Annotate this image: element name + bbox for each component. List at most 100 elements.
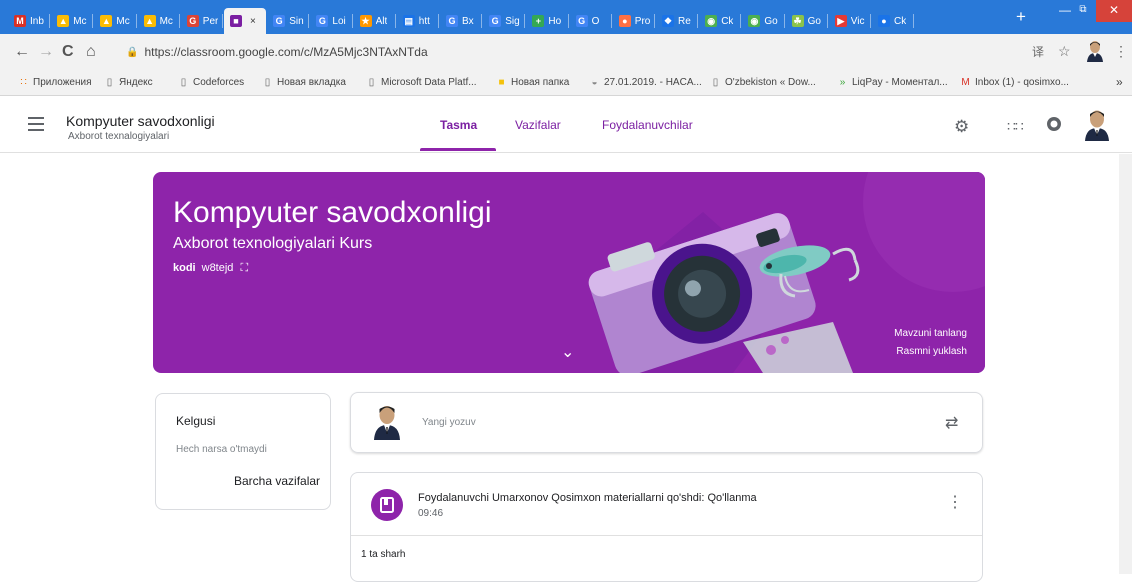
tab-separator	[524, 14, 526, 28]
back-button[interactable]: ←	[14, 44, 30, 60]
browser-tab[interactable]: ▶ Vic	[829, 8, 871, 34]
browser-tab[interactable]: G Sig	[483, 8, 526, 34]
browser-tab[interactable]: ▲ Mc	[94, 8, 137, 34]
browser-tab[interactable]: ▲ Mc	[51, 8, 94, 34]
browser-tab[interactable]: G Loi	[310, 8, 353, 34]
tab-separator	[740, 14, 742, 28]
user-avatar	[373, 404, 401, 440]
comments-link[interactable]: 1 ta sharh	[361, 549, 405, 560]
gmail-icon: M	[961, 77, 970, 88]
tab-separator	[308, 14, 310, 28]
browser-tab[interactable]: ● Pro	[613, 8, 655, 34]
compose-box[interactable]: Yangi yozuv ⇄	[350, 392, 983, 453]
browser-tab[interactable]: ▲ Mc	[138, 8, 180, 34]
reload-button[interactable]: C	[62, 44, 74, 60]
bookmark-item[interactable]: ▯ Codeforces	[178, 77, 244, 88]
profile-avatar[interactable]	[1086, 40, 1104, 62]
bookmark-item[interactable]: ■ Новая папка	[496, 77, 569, 88]
browser-tab[interactable]: ● Ck	[872, 8, 915, 34]
bookmark-item[interactable]: ▯ Яндекс	[104, 77, 153, 88]
browser-tab[interactable]: + Ho	[526, 8, 569, 34]
bookmark-item[interactable]: ◒ 27.01.2019. - HACA...	[589, 77, 702, 88]
new-tab-button[interactable]: +	[1016, 8, 1026, 25]
tab-favicon-icon: ●	[878, 15, 890, 27]
tab-favicon-icon: M	[14, 15, 26, 27]
tab-separator	[135, 14, 137, 28]
tab-close-icon[interactable]: ×	[250, 16, 256, 27]
browser-tab[interactable]: G Bx	[440, 8, 483, 34]
more-options-icon[interactable]: ⋮	[947, 495, 963, 511]
bookmarks-more-icon[interactable]: »	[1116, 75, 1123, 89]
notifications-icon[interactable]	[1046, 115, 1062, 138]
upcoming-empty-text: Hech narsa o'tmaydi	[176, 444, 267, 455]
tab-classwork[interactable]: Vazifalar	[515, 118, 561, 132]
address-bar[interactable]: 🔒 https://classroom.google.com/c/MzA5Mjc…	[126, 39, 1000, 65]
browser-tab[interactable]: ☘ Go	[786, 8, 828, 34]
bookmark-item[interactable]: M Inbox (1) - qosimxo...	[960, 77, 1069, 88]
bookmark-item[interactable]: » LiqPay - Моментал...	[837, 77, 948, 88]
account-avatar[interactable]	[1084, 109, 1110, 141]
compose-placeholder: Yangi yozuv	[422, 417, 476, 428]
bookmark-star-icon[interactable]: ☆	[1058, 43, 1071, 60]
post-title[interactable]: Foydalanuvchi Umarxonov Qosimxon materia…	[418, 492, 757, 504]
browser-tab[interactable]: ◉ Go	[742, 8, 785, 34]
page-icon: ▯	[712, 77, 719, 88]
liqpay-icon: »	[839, 77, 846, 88]
tab-separator	[653, 14, 655, 28]
chevron-down-icon[interactable]: ⌄	[561, 342, 574, 362]
tab-favicon-icon: ▲	[57, 15, 70, 27]
browser-tab[interactable]: G Sin	[267, 8, 310, 34]
fullscreen-code-icon[interactable]: ⛶	[240, 262, 248, 274]
browser-tab[interactable]: GO	[570, 8, 612, 34]
stream-post[interactable]: Foydalanuvchi Umarxonov Qosimxon materia…	[350, 472, 983, 582]
tab-favicon-icon: G	[186, 15, 199, 27]
bookmark-label: Новая папка	[511, 77, 570, 88]
tab-favicon-icon: +	[532, 15, 545, 27]
page-scrollbar[interactable]	[1119, 154, 1132, 574]
browser-tab[interactable]: ★ Alt	[354, 8, 396, 34]
tab-separator	[49, 14, 51, 28]
translate-icon[interactable]: 译	[1032, 43, 1044, 60]
maximize-button[interactable]: ⧉	[1066, 0, 1100, 22]
tab-title: Loi	[332, 15, 346, 27]
browser-tab[interactable]: G Per	[181, 8, 223, 34]
class-code-label: kodi	[173, 262, 196, 274]
browser-tab[interactable]: ❖ Re	[656, 8, 699, 34]
post-time: 09:46	[418, 508, 444, 519]
select-theme-link[interactable]: Mavzuni tanlang	[894, 328, 967, 339]
settings-gear-icon[interactable]: ⚙	[954, 117, 969, 137]
tab-stream[interactable]: Tasma	[440, 118, 477, 132]
tab-separator	[394, 14, 396, 28]
view-all-link[interactable]: Barcha vazifalar	[234, 474, 320, 488]
site-icon: ◒	[591, 77, 598, 88]
reuse-post-icon[interactable]: ⇄	[945, 413, 958, 433]
window-close-button[interactable]: ✕	[1096, 0, 1132, 22]
page-icon: ▯	[368, 77, 375, 88]
bookmark-item[interactable]: ∷ Приложения	[18, 77, 91, 88]
tab-title: Go	[807, 15, 821, 27]
url-text: https://classroom.google.com/c/MzA5Mjc3N…	[144, 45, 428, 59]
browser-tab[interactable]: ■ ×	[224, 8, 267, 34]
bookmark-item[interactable]: ▯ O'zbekiston « Dow...	[710, 77, 816, 88]
home-button[interactable]: ⌂	[86, 44, 96, 60]
class-title[interactable]: Kompyuter savodxonligi	[66, 113, 215, 129]
tab-title: Go	[764, 15, 778, 27]
tab-people[interactable]: Foydalanuvchilar	[602, 118, 693, 132]
bookmark-item[interactable]: ▯ Новая вкладка	[262, 77, 346, 88]
bookmark-label: 27.01.2019. - HACA...	[604, 77, 702, 88]
forward-button[interactable]: →	[38, 44, 54, 60]
tab-separator	[567, 14, 569, 28]
tab-favicon-icon: ▤	[402, 15, 415, 27]
bookmark-item[interactable]: ▯ Microsoft Data Platf...	[366, 77, 477, 88]
browser-tab[interactable]: ▤ htt	[397, 8, 439, 34]
tab-separator	[697, 14, 699, 28]
banner-subtitle: Axborot texnologiyalari Kurs	[173, 235, 373, 252]
apps-grid-icon[interactable]: ∷∷	[1007, 118, 1024, 135]
browser-tab[interactable]: M Inb	[8, 8, 51, 34]
browser-menu-icon[interactable]: ⋮	[1114, 43, 1128, 60]
browser-tab[interactable]: ◉ Ck	[699, 8, 742, 34]
main-menu-icon[interactable]	[28, 117, 44, 131]
bookmark-label: Новая вкладка	[277, 77, 346, 88]
upload-photo-link[interactable]: Rasmni yuklash	[896, 346, 967, 357]
tab-title: htt	[418, 15, 430, 27]
